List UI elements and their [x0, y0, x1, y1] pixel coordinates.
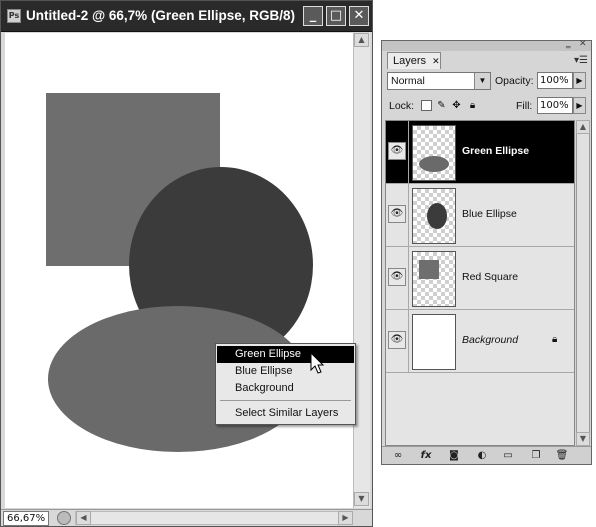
scroll-right-icon[interactable]: ▶	[338, 511, 353, 525]
scroll-down-icon[interactable]: ▼	[576, 432, 590, 446]
zoom-field[interactable]: 66,67%	[3, 511, 49, 526]
lock-transparent-pixels-icon[interactable]	[421, 100, 432, 111]
layer-row-background[interactable]: 👁︎ Background 🔒︎	[386, 310, 574, 373]
eye-icon[interactable]: 👁︎	[388, 331, 406, 349]
eye-icon[interactable]: 👁︎	[388, 142, 406, 160]
panel-close-icon[interactable]: ✕	[579, 39, 587, 49]
layer-row-red-square[interactable]: 👁︎ Red Square	[386, 247, 574, 310]
layer-thumbnail	[412, 251, 456, 307]
document-title: Untitled-2 @ 66,7% (Green Ellipse, RGB/8…	[26, 8, 295, 23]
photoshop-app-icon: Ps	[7, 9, 21, 23]
group-icon[interactable]: ▭	[500, 449, 516, 463]
eye-icon[interactable]: 👁︎	[388, 205, 406, 223]
lock-position-icon[interactable]: ✥	[451, 100, 462, 111]
horizontal-scrollbar[interactable]: ◀ ▶	[75, 511, 353, 525]
title-bar[interactable]: Ps Untitled-2 @ 66,7% (Green Ellipse, RG…	[1, 1, 372, 32]
layer-thumbnail	[412, 125, 456, 181]
arrow-cursor-icon	[310, 352, 325, 374]
close-button[interactable]: ✕	[349, 6, 369, 26]
layer-name: Green Ellipse	[462, 145, 530, 157]
layer-row-green-ellipse[interactable]: 👁︎ Green Ellipse	[386, 121, 574, 184]
row-divider	[408, 184, 409, 247]
layer-context-menu: Green Ellipse Blue Ellipse Background Se…	[215, 343, 356, 425]
layer-row-blue-ellipse[interactable]: 👁︎ Blue Ellipse	[386, 184, 574, 247]
lock-icon: 🔒︎	[552, 334, 558, 345]
minimize-button[interactable]: _	[303, 6, 323, 26]
panel-menu-icon[interactable]: ▾☰	[574, 55, 588, 66]
lock-all-icon[interactable]: 🔒︎	[467, 100, 478, 111]
adjustment-icon[interactable]: ◐	[474, 449, 490, 463]
tab-layers-label: Layers	[393, 55, 427, 67]
lock-label: Lock:	[389, 100, 415, 112]
menu-divider	[220, 400, 351, 401]
mask-icon[interactable]: ◙	[446, 449, 462, 463]
canvas[interactable]	[5, 33, 353, 508]
opacity-arrow-icon[interactable]: ▶	[573, 72, 586, 89]
document-window: Ps Untitled-2 @ 66,7% (Green Ellipse, RG…	[0, 0, 373, 527]
chevron-down-icon[interactable]: ▼	[474, 73, 490, 89]
layer-thumbnail	[412, 188, 456, 244]
row-divider	[408, 121, 409, 184]
panel-collapse-icon[interactable]: ‗	[566, 39, 571, 49]
scroll-up-icon[interactable]: ▲	[354, 33, 369, 47]
row-divider	[408, 310, 409, 373]
fill-arrow-icon[interactable]: ▶	[573, 97, 586, 114]
scroll-down-icon[interactable]: ▼	[354, 492, 369, 506]
status-bar: 66,67% ◀ ▶	[1, 509, 372, 526]
layer-thumbnail	[412, 314, 456, 370]
fx-icon[interactable]: fx	[418, 449, 434, 463]
context-item-blue-ellipse[interactable]: Blue Ellipse	[217, 363, 354, 380]
vertical-scrollbar[interactable]: ▲ ▼	[353, 33, 370, 508]
tab-close-icon[interactable]: ✕	[432, 56, 440, 66]
new-layer-icon[interactable]: ❐	[528, 449, 544, 463]
scroll-up-icon[interactable]: ▲	[576, 120, 590, 134]
panel-header-strip[interactable]: ‗ ✕	[382, 39, 591, 51]
eye-icon[interactable]: 👁︎	[388, 268, 406, 286]
row-divider	[408, 247, 409, 310]
layer-name: Red Square	[462, 271, 519, 283]
fill-field[interactable]: 100%	[537, 97, 573, 114]
status-menu-icon[interactable]	[57, 511, 71, 525]
link-icon[interactable]: ∞	[390, 449, 406, 463]
blend-mode-select[interactable]: Normal ▼	[387, 72, 491, 90]
context-item-background[interactable]: Background	[217, 380, 354, 397]
tab-layers[interactable]: Layers ✕	[387, 52, 441, 69]
trash-icon[interactable]: 🗑︎	[554, 449, 570, 463]
maximize-button[interactable]: □	[326, 6, 346, 26]
layers-footer: ∞ fx ◙ ◐ ▭ ❐ 🗑︎	[382, 446, 591, 464]
layers-list: 👁︎ Green Ellipse 👁︎ Blue Ellipse 👁︎ Red …	[385, 120, 575, 446]
layers-panel: ‗ ✕ Layers ✕ ▾☰ Normal ▼ Opacity: 100% ▶…	[381, 39, 592, 465]
opacity-label: Opacity:	[495, 75, 534, 87]
opacity-field[interactable]: 100%	[537, 72, 573, 89]
layer-name: Blue Ellipse	[462, 208, 517, 220]
lock-image-pixels-icon[interactable]: ✎	[436, 100, 447, 111]
context-item-green-ellipse[interactable]: Green Ellipse	[217, 346, 354, 363]
select-similar-layers-item[interactable]: Select Similar Layers	[217, 405, 354, 422]
fill-label: Fill:	[516, 100, 533, 112]
blend-mode-value: Normal	[391, 75, 425, 87]
layer-name: Background	[462, 334, 519, 346]
scroll-left-icon[interactable]: ◀	[76, 511, 91, 525]
layers-scrollbar[interactable]: ▲ ▼	[576, 120, 590, 446]
canvas-artwork	[46, 93, 313, 452]
